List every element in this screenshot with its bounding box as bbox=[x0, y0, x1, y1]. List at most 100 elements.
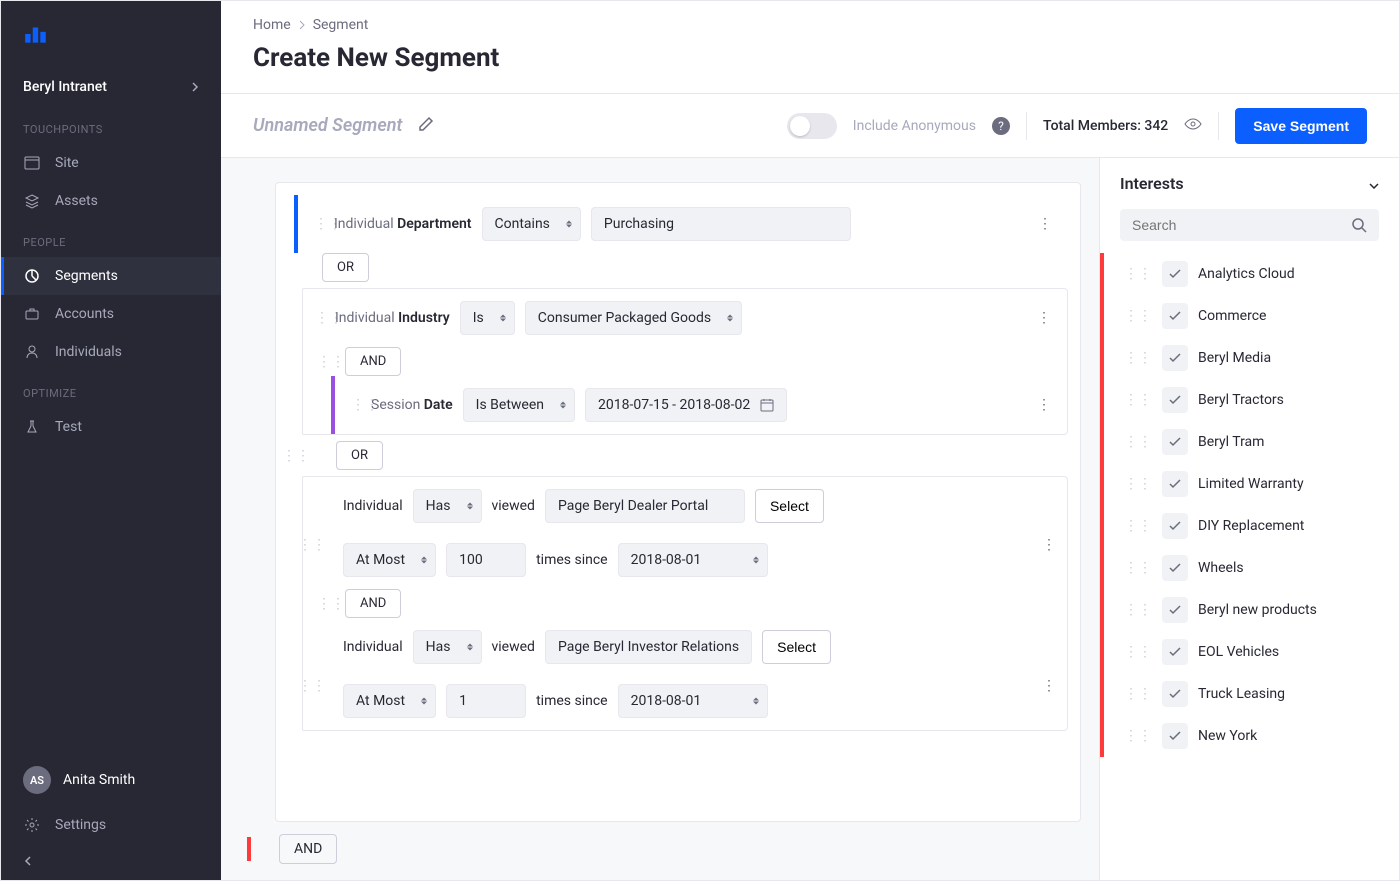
interests-search[interactable] bbox=[1120, 209, 1379, 241]
value-select[interactable]: Consumer Packaged Goods bbox=[525, 301, 742, 335]
nav-settings[interactable]: Settings bbox=[1, 806, 221, 844]
interest-item[interactable]: ⋮⋮Analytics Cloud bbox=[1100, 253, 1399, 295]
collapse-sidebar[interactable] bbox=[1, 844, 221, 880]
drag-handle[interactable]: ⋮⋮ bbox=[1124, 476, 1152, 492]
toolbar: Unnamed Segment Include Anonymous ? Tota… bbox=[221, 93, 1399, 157]
calendar-icon bbox=[760, 398, 774, 412]
interest-item[interactable]: ⋮⋮ Beryl Tram bbox=[1100, 421, 1399, 463]
page-input[interactable]: Page Beryl Investor Relations bbox=[545, 630, 752, 664]
limit-op-select[interactable]: At Most bbox=[343, 543, 436, 577]
interest-item[interactable]: ⋮⋮Beryl Media bbox=[1100, 337, 1399, 379]
interest-name: Beryl Tram bbox=[1198, 434, 1264, 450]
nav-segments[interactable]: Segments bbox=[1, 257, 221, 295]
crumb-segment[interactable]: Segment bbox=[313, 17, 369, 33]
interests-title: Interests bbox=[1120, 174, 1184, 193]
interest-item[interactable]: ⋮⋮Commerce bbox=[1100, 295, 1399, 337]
user-row[interactable]: AS Anita Smith bbox=[1, 754, 221, 806]
person-icon bbox=[23, 343, 41, 361]
nav-accounts[interactable]: Accounts bbox=[1, 295, 221, 333]
operator-select[interactable]: Contains bbox=[482, 207, 581, 241]
interest-item[interactable]: ⋮⋮Beryl new products bbox=[1100, 589, 1399, 631]
has-select[interactable]: Has bbox=[413, 489, 482, 523]
rule-menu[interactable]: ⋮ bbox=[1038, 674, 1060, 698]
check-icon bbox=[1162, 555, 1188, 581]
drag-handle[interactable]: ⋮⋮ bbox=[1124, 266, 1152, 282]
interest-item[interactable]: ⋮⋮Wheels bbox=[1100, 547, 1399, 589]
limit-value-input[interactable]: 1 bbox=[446, 684, 526, 718]
drag-handle[interactable]: ⋮⋮ bbox=[298, 678, 308, 694]
has-select[interactable]: Has bbox=[413, 630, 482, 664]
rule-menu[interactable]: ⋮ bbox=[1033, 393, 1055, 417]
drag-handle[interactable]: ⋮⋮ bbox=[1124, 308, 1152, 324]
drag-handle[interactable]: ⋮⋮ bbox=[1124, 728, 1152, 744]
interest-item[interactable]: ⋮⋮EOL Vehicles bbox=[1100, 631, 1399, 673]
connector-and[interactable]: AND bbox=[279, 834, 337, 864]
drag-handle[interactable]: ⋮⋮ bbox=[1124, 392, 1152, 408]
drag-handle[interactable]: ⋮⋮ bbox=[1124, 350, 1152, 366]
eye-icon bbox=[1184, 115, 1202, 133]
drag-handle[interactable]: ⋮⋮ bbox=[317, 354, 327, 370]
operator-select[interactable]: Is bbox=[460, 301, 515, 335]
drag-handle[interactable]: ⋮⋮ bbox=[1124, 518, 1152, 534]
page-input[interactable]: Page Beryl Dealer Portal bbox=[545, 489, 745, 523]
rule-scope: Session bbox=[371, 397, 420, 413]
save-button[interactable]: Save Segment bbox=[1235, 108, 1367, 144]
interest-item[interactable]: ⋮⋮Truck Leasing bbox=[1100, 673, 1399, 715]
interests-panel: Interests ⋮⋮Analytics Cloud⋮⋮Commerce⋮⋮B… bbox=[1099, 158, 1399, 880]
logo bbox=[1, 1, 221, 67]
connector-and[interactable]: AND bbox=[345, 347, 401, 376]
date-select[interactable]: 2018-08-01 bbox=[618, 543, 768, 577]
flask-icon bbox=[23, 418, 41, 436]
check-icon bbox=[1162, 471, 1188, 497]
drag-handle[interactable]: ⋮⋮ bbox=[1124, 686, 1152, 702]
connector-or[interactable]: OR bbox=[336, 441, 383, 470]
rule-menu[interactable]: ⋮ bbox=[1033, 306, 1055, 330]
drag-handle[interactable]: ⋮⋮ bbox=[282, 448, 292, 464]
nav-assets[interactable]: Assets bbox=[1, 182, 221, 220]
pencil-icon bbox=[418, 116, 434, 132]
workspace-selector[interactable]: Beryl Intranet bbox=[1, 67, 221, 107]
select-page-button[interactable]: Select bbox=[755, 489, 824, 523]
search-input[interactable] bbox=[1132, 217, 1343, 233]
drag-handle[interactable]: ⋮⋮ bbox=[1124, 434, 1152, 450]
drag-handle[interactable]: ⋮⋮ bbox=[314, 216, 324, 232]
nav-site[interactable]: Site bbox=[1, 144, 221, 182]
nav-label: Individuals bbox=[55, 344, 122, 360]
times-label: times since bbox=[536, 552, 608, 568]
limit-op-select[interactable]: At Most bbox=[343, 684, 436, 718]
drag-handle[interactable]: ⋮⋮ bbox=[1124, 602, 1152, 618]
drag-handle[interactable]: ⋮⋮ bbox=[315, 310, 325, 326]
crumb-home[interactable]: Home bbox=[253, 17, 291, 33]
rule-menu[interactable]: ⋮ bbox=[1034, 212, 1056, 236]
interest-item[interactable]: ⋮⋮Beryl Tractors bbox=[1100, 379, 1399, 421]
drag-handle[interactable]: ⋮⋮ bbox=[1124, 560, 1152, 576]
operator-select[interactable]: Is Between bbox=[463, 388, 575, 422]
date-range-input[interactable]: 2018-07-15 - 2018-08-02 bbox=[585, 388, 787, 422]
limit-value-input[interactable]: 100 bbox=[446, 543, 526, 577]
interest-item[interactable]: ⋮⋮ New York bbox=[1100, 715, 1399, 757]
interests-collapse[interactable] bbox=[1369, 174, 1379, 193]
include-anonymous-toggle[interactable] bbox=[787, 113, 837, 139]
preview-button[interactable] bbox=[1184, 115, 1202, 137]
verb-label: viewed bbox=[492, 498, 535, 514]
interest-item[interactable]: ⋮⋮Limited Warranty bbox=[1100, 463, 1399, 505]
check-icon bbox=[1162, 597, 1188, 623]
date-select[interactable]: 2018-08-01 bbox=[618, 684, 768, 718]
rule-menu[interactable]: ⋮ bbox=[1038, 533, 1060, 557]
verb-label: viewed bbox=[492, 639, 535, 655]
drag-handle[interactable]: ⋮⋮ bbox=[298, 537, 308, 553]
connector-or[interactable]: OR bbox=[322, 253, 369, 282]
help-button[interactable]: ? bbox=[992, 117, 1010, 135]
interests-list: ⋮⋮Analytics Cloud⋮⋮Commerce⋮⋮Beryl Media… bbox=[1100, 253, 1399, 757]
nav-individuals[interactable]: Individuals bbox=[1, 333, 221, 371]
nav-test[interactable]: Test bbox=[1, 408, 221, 446]
interest-name: New York bbox=[1198, 728, 1257, 744]
value-input[interactable]: Purchasing bbox=[591, 207, 851, 241]
edit-name-button[interactable] bbox=[418, 116, 434, 136]
drag-handle[interactable]: ⋮⋮ bbox=[1124, 644, 1152, 660]
interest-item[interactable]: ⋮⋮DIY Replacement bbox=[1100, 505, 1399, 547]
drag-handle[interactable]: ⋮⋮ bbox=[351, 397, 361, 413]
connector-and[interactable]: AND bbox=[345, 589, 401, 618]
select-page-button[interactable]: Select bbox=[762, 630, 831, 664]
drag-handle[interactable]: ⋮⋮ bbox=[317, 596, 327, 612]
